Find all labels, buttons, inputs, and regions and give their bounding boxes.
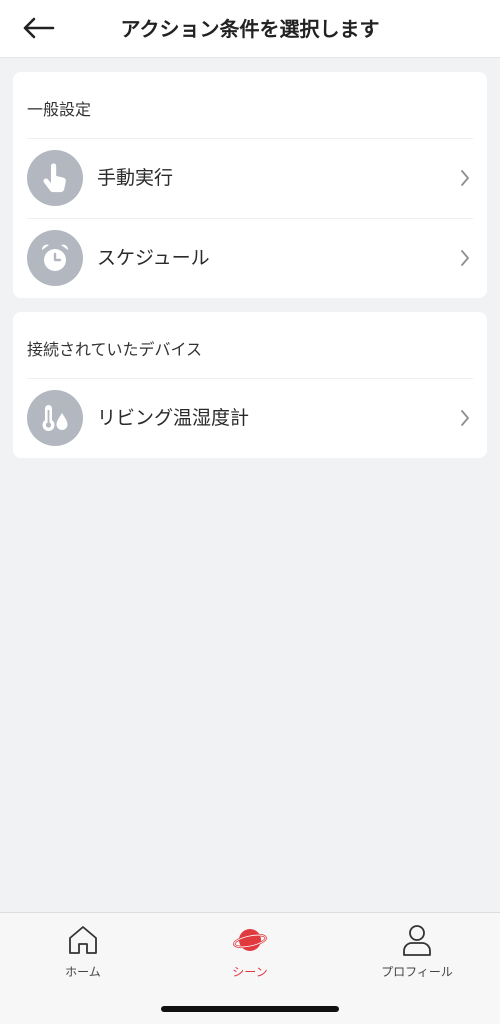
device-row-living-thermo-hygrometer[interactable]: リビング温湿度計 — [13, 378, 487, 458]
tab-scene[interactable]: シーン — [190, 923, 310, 987]
home-indicator[interactable] — [161, 1006, 339, 1012]
schedule-row[interactable]: スケジュール — [13, 218, 487, 298]
chevron-right-icon — [461, 410, 469, 426]
tab-profile-label: プロフィール — [381, 965, 453, 979]
tab-home[interactable]: ホーム — [23, 923, 143, 987]
manual-run-label: 手動実行 — [97, 167, 174, 189]
schedule-label: スケジュール — [97, 247, 210, 269]
device-label: リビング温湿度計 — [97, 407, 250, 429]
chevron-right-icon — [461, 170, 469, 186]
profile-icon — [403, 925, 431, 956]
thermo-hygrometer-icon — [27, 390, 83, 446]
tab-profile[interactable]: プロフィール — [357, 923, 477, 987]
section-label-devices: 接続されていたデバイス — [27, 340, 203, 359]
alarm-clock-icon — [27, 230, 83, 286]
manual-run-row[interactable]: 手動実行 — [13, 138, 487, 218]
chevron-right-icon — [461, 250, 469, 266]
tab-scene-label: シーン — [232, 965, 268, 979]
home-icon — [69, 926, 97, 954]
general-settings-card: 一般設定 手動実行 スケジュール — [13, 72, 487, 298]
section-label-general: 一般設定 — [27, 100, 92, 119]
tab-home-label: ホーム — [65, 965, 101, 979]
header-bar: アクション条件を選択します — [0, 0, 500, 58]
page-title: アクション条件を選択します — [120, 17, 380, 41]
scene-planet-icon — [233, 929, 267, 951]
hand-tap-icon — [27, 150, 83, 206]
connected-devices-card: 接続されていたデバイス リビング温湿度計 — [13, 312, 487, 458]
